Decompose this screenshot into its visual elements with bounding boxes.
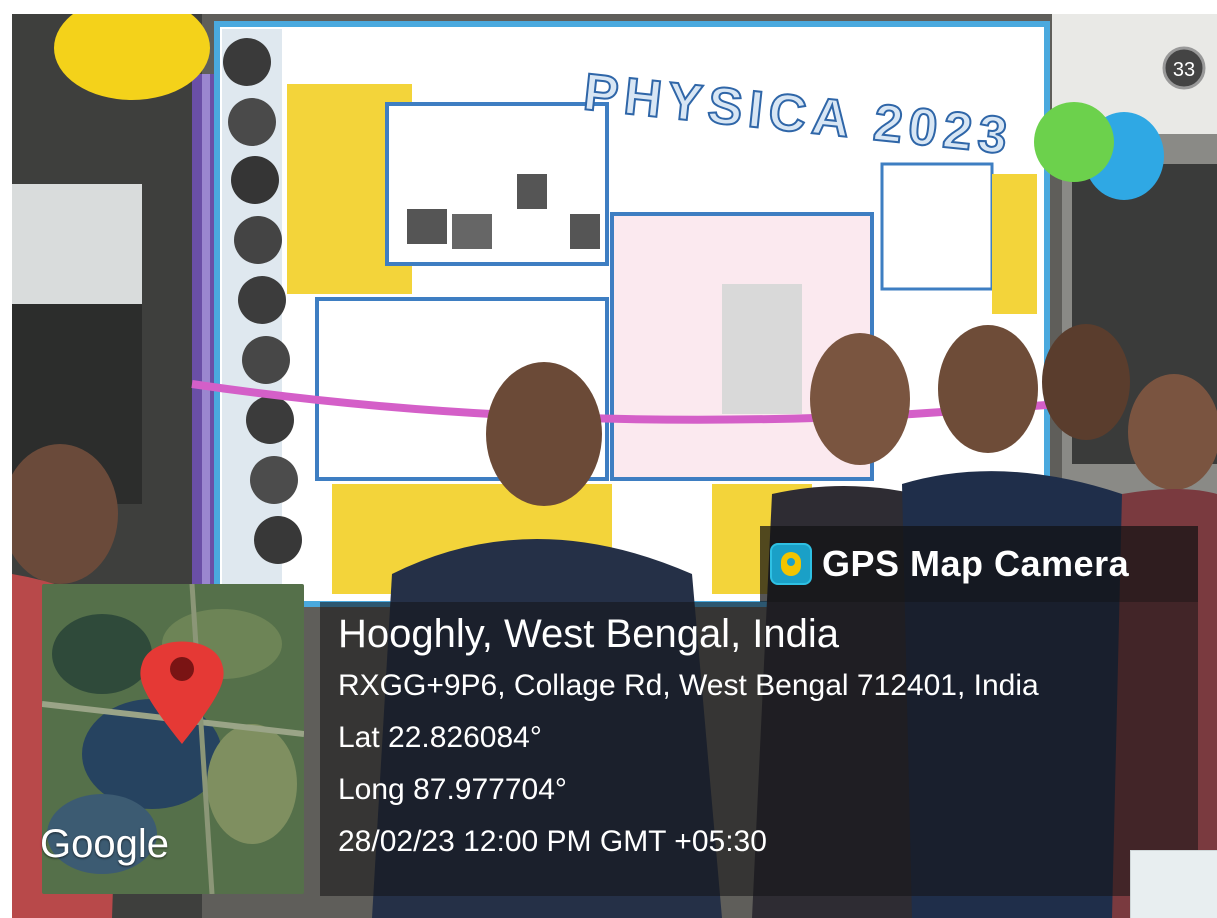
balloon-green: [1034, 102, 1114, 182]
gps-map-camera-app-icon: [770, 543, 812, 585]
longitude: Long 87.977704°: [338, 773, 567, 806]
gps-app-title: GPS Map Camera: [822, 543, 1130, 584]
room-number: 33: [1173, 59, 1195, 81]
location-details: Hooghly, West Bengal, India RXGG+9P6, Co…: [338, 604, 1039, 868]
corner-thumbnail: [1130, 850, 1217, 918]
photo-frame: 33 PHYSICA 2023 GPS Map Camera Google Ho…: [12, 14, 1217, 918]
map-brand-label: Google: [40, 822, 169, 866]
gps-app-badge: GPS Map Camera: [760, 526, 1198, 602]
timestamp: 28/02/23 12:00 PM GMT +05:30: [338, 825, 767, 858]
address: RXGG+9P6, Collage Rd, West Bengal 712401…: [338, 669, 1039, 702]
place-name: Hooghly, West Bengal, India: [338, 612, 840, 656]
latitude: Lat 22.826084°: [338, 721, 542, 754]
